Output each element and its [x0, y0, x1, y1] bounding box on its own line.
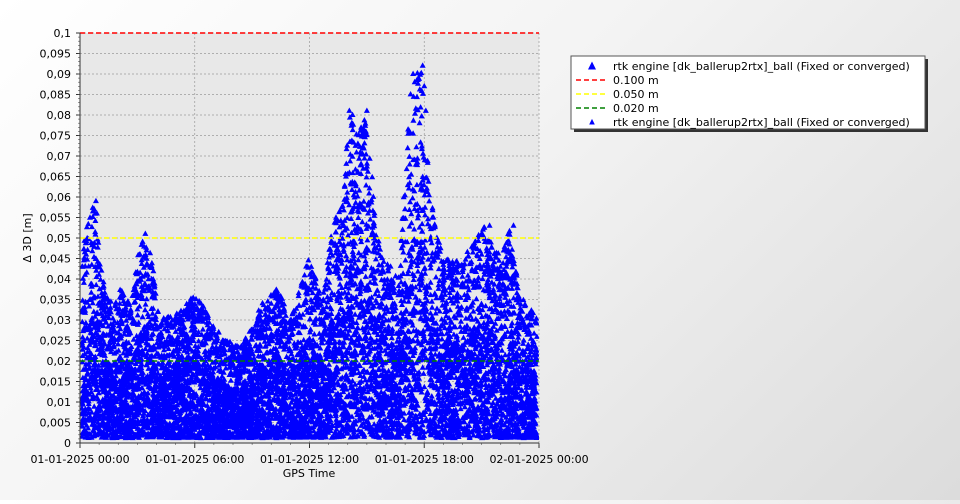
legend-label: rtk engine [dk_ballerup2rtx]_ball (Fixed… — [613, 116, 910, 129]
legend-label: 0.050 m — [613, 88, 659, 101]
x-tick-label: 01-01-2025 06:00 — [145, 453, 244, 466]
x-axis-label: GPS Time — [283, 467, 336, 480]
y-tick-label: 0,04 — [47, 273, 72, 286]
y-tick-label: 0,08 — [47, 109, 72, 122]
x-tick-label: 01-01-2025 12:00 — [260, 453, 359, 466]
y-tick-label: 0,015 — [40, 376, 72, 389]
legend-label: rtk engine [dk_ballerup2rtx]_ball (Fixed… — [613, 60, 910, 73]
chart-svg: 0 0,005 0,01 0,015 0,02 0,025 0,03 0,035 0,04 0,0… — [21, 27, 928, 480]
y-tick-label: 0,055 — [40, 212, 72, 225]
y-tick-label: 0,01 — [47, 396, 72, 409]
legend-label: 0.100 m — [613, 74, 659, 87]
y-tick-label: 0,075 — [40, 130, 72, 143]
y-tick-label: 0,09 — [47, 68, 72, 81]
y-tick-label: 0,06 — [47, 191, 72, 204]
x-tick-label: 01-01-2025 00:00 — [30, 453, 129, 466]
y-tick-label: 0,1 — [54, 27, 72, 40]
legend-label: 0.020 m — [613, 102, 659, 115]
y-tick-label: 0 — [64, 437, 71, 450]
y-tick-label: 0,035 — [40, 294, 72, 307]
y-axis-label: Δ 3D [m] — [21, 213, 34, 262]
x-tick-label: 01-01-2025 18:00 — [375, 453, 474, 466]
y-tick-label: 0,085 — [40, 89, 72, 102]
y-tick-label: 0,095 — [40, 48, 72, 61]
y-tick-label: 0,05 — [47, 232, 72, 245]
y-tick-label: 0,025 — [40, 335, 72, 348]
y-tick-label: 0,07 — [47, 150, 72, 163]
y-tick-label: 0,005 — [40, 417, 72, 430]
chart-container: 0 0,005 0,01 0,015 0,02 0,025 0,03 0,035 0,04 0,0… — [0, 0, 960, 500]
y-tick-label: 0,03 — [47, 314, 72, 327]
x-tick-label: 02-01-2025 00:00 — [489, 453, 588, 466]
legend: rtk engine [dk_ballerup2rtx]_ball (Fixed… — [570, 55, 928, 132]
y-tick-label: 0,045 — [40, 253, 72, 266]
y-tick-label: 0,02 — [47, 355, 72, 368]
y-tick-label: 0,065 — [40, 171, 72, 184]
